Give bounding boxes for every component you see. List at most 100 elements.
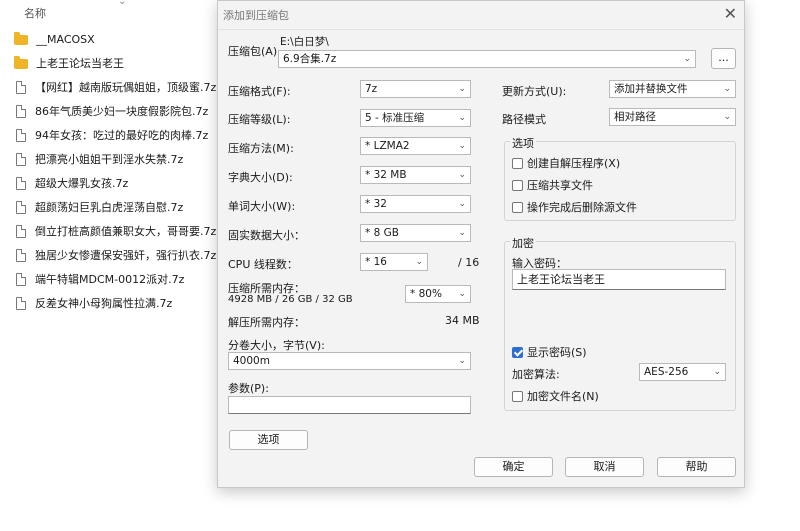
- folder-item[interactable]: __MACOSX: [14, 29, 95, 49]
- options-button[interactable]: 选项: [229, 430, 308, 450]
- ok-button[interactable]: 确定: [474, 457, 553, 477]
- file-icon: [16, 200, 26, 214]
- delete-after-checkbox[interactable]: 操作完成后删除源文件: [512, 199, 637, 215]
- chevron-down-icon: ⌄: [458, 228, 466, 238]
- params-input[interactable]: [228, 396, 471, 414]
- delete-after-label: 操作完成后删除源文件: [527, 201, 637, 214]
- dialog-titlebar[interactable]: 添加到压缩包 ✕: [218, 1, 744, 30]
- checkbox-unchecked-icon: [512, 179, 523, 191]
- path-value: 相对路径: [614, 111, 656, 123]
- chevron-down-icon: ⌄: [723, 112, 731, 122]
- file-icon: [16, 104, 26, 118]
- name-column-header[interactable]: 名称: [24, 5, 46, 21]
- encryption-group-title: 加密: [510, 235, 536, 251]
- chevron-down-icon: ⌄: [458, 199, 466, 209]
- chevron-down-icon: ⌄: [458, 289, 466, 299]
- level-select[interactable]: 5 - 标准压缩 ⌄: [360, 109, 471, 127]
- chevron-down-icon: ⌄: [713, 367, 721, 377]
- solid-label: 固实数据大小：: [228, 229, 305, 242]
- solid-select[interactable]: * 8 GB ⌄: [360, 224, 471, 242]
- update-value: 添加并替换文件: [614, 83, 688, 95]
- file-icon: [16, 152, 26, 166]
- item-name: 超级大爆乳女孩.7z: [35, 177, 129, 190]
- chevron-down-icon: ⌄: [458, 170, 466, 180]
- split-combo[interactable]: 4000m ⌄: [228, 352, 471, 370]
- folder-icon: [14, 56, 28, 69]
- encryption-method-value: AES-256: [644, 366, 689, 378]
- mem-percent-select[interactable]: * 80% ⌄: [405, 285, 471, 303]
- split-value: 4000m: [233, 355, 270, 367]
- file-item[interactable]: 86年气质美少妇一块度假影院包.7z: [14, 101, 208, 121]
- split-label: 分卷大小，字节(V):: [228, 339, 325, 352]
- method-select[interactable]: * LZMA2 ⌄: [360, 137, 471, 155]
- threads-max: / 16: [458, 256, 480, 269]
- file-item[interactable]: 超级大爆乳女孩.7z: [14, 173, 128, 193]
- level-value: 5 - 标准压缩: [365, 112, 425, 124]
- chevron-down-icon: ⌄: [723, 84, 731, 94]
- file-icon: [16, 80, 26, 94]
- chevron-down-icon[interactable]: ⌄: [683, 51, 691, 67]
- file-item[interactable]: 独居少女惨遭保安强奸，强行扒衣.7z: [14, 245, 216, 265]
- archive-path: E:\白日梦\: [280, 36, 329, 48]
- checkbox-unchecked-icon: [512, 390, 523, 402]
- file-icon: [16, 224, 26, 238]
- item-name: 倒立打桩高颜值兼职女大，哥哥要.7z: [35, 225, 217, 238]
- show-password-label: 显示密码(S): [527, 346, 587, 359]
- cancel-button[interactable]: 取消: [565, 457, 644, 477]
- threads-value: * 16: [365, 256, 387, 268]
- file-item[interactable]: 端午特辑MDCM-0012派对.7z: [14, 269, 184, 289]
- item-name: 反差女神小母狗属性拉满.7z: [35, 297, 173, 310]
- chevron-down-icon: ⌄: [415, 257, 423, 267]
- threads-label: CPU 线程数：: [228, 258, 298, 271]
- file-icon: [16, 128, 26, 142]
- file-icon: [16, 296, 26, 310]
- file-item[interactable]: 倒立打桩高颜值兼职女大，哥哥要.7z: [14, 221, 216, 241]
- word-value: * 32: [365, 198, 387, 210]
- path-select[interactable]: 相对路径 ⌄: [609, 108, 736, 126]
- item-name: 94年女孩：吃过的最好吃的肉棒.7z: [35, 129, 209, 142]
- encryption-method-select[interactable]: AES-256 ⌄: [639, 363, 726, 381]
- item-name: 端午特辑MDCM-0012派对.7z: [35, 273, 185, 286]
- format-select[interactable]: 7z ⌄: [360, 80, 471, 98]
- chevron-down-icon: ⌄: [458, 141, 466, 151]
- show-password-checkbox[interactable]: 显示密码(S): [512, 344, 587, 360]
- folder-item[interactable]: 上老王论坛当老王: [14, 53, 124, 73]
- format-value: 7z: [365, 83, 378, 95]
- file-item[interactable]: 把漂亮小姐姐干到淫水失禁.7z: [14, 149, 183, 169]
- folder-icon: [14, 32, 28, 45]
- file-item[interactable]: 反差女神小母狗属性拉满.7z: [14, 293, 172, 313]
- file-icon: [16, 272, 26, 286]
- encrypt-names-label: 加密文件名(N): [527, 390, 599, 403]
- archive-name-value: 6.9合集.7z: [283, 53, 337, 65]
- sfx-checkbox[interactable]: 创建自解压程序(X): [512, 155, 620, 171]
- checkbox-unchecked-icon: [512, 157, 523, 169]
- close-icon[interactable]: ✕: [724, 4, 737, 23]
- browse-button[interactable]: ...: [711, 48, 736, 69]
- shared-files-checkbox[interactable]: 压缩共享文件: [512, 177, 593, 193]
- file-item[interactable]: 【网红】越南版玩偶姐姐，顶级蜜.7z: [14, 77, 216, 97]
- word-select[interactable]: * 32 ⌄: [360, 195, 471, 213]
- file-item[interactable]: 超颜荡妇巨乳白虎淫荡自慰.7z: [14, 197, 183, 217]
- threads-select[interactable]: * 16 ⌄: [360, 253, 428, 271]
- format-label: 压缩格式(F):: [228, 85, 291, 98]
- encryption-method-label: 加密算法:: [512, 368, 560, 381]
- update-select[interactable]: 添加并替换文件 ⌄: [609, 80, 736, 98]
- params-label: 参数(P):: [228, 382, 269, 395]
- sort-chevron-icon[interactable]: ⌄: [118, 0, 126, 7]
- item-name: 上老王论坛当老王: [36, 57, 124, 70]
- item-name: 86年气质美少妇一块度假影院包.7z: [35, 105, 209, 118]
- update-label: 更新方式(U):: [502, 85, 567, 98]
- password-input[interactable]: 上老王论坛当老王: [512, 269, 726, 290]
- dict-value: * 32 MB: [365, 169, 407, 181]
- chevron-down-icon: ⌄: [458, 84, 466, 94]
- encrypt-names-checkbox[interactable]: 加密文件名(N): [512, 388, 599, 404]
- solid-value: * 8 GB: [365, 227, 399, 239]
- mem-decomp-label: 解压所需内存：: [228, 316, 305, 329]
- file-item[interactable]: 94年女孩：吃过的最好吃的肉棒.7z: [14, 125, 208, 145]
- help-button[interactable]: 帮助: [657, 457, 736, 477]
- word-label: 单词大小(W):: [228, 200, 296, 213]
- item-name: __MACOSX: [36, 32, 95, 46]
- archive-name-combo[interactable]: 6.9合集.7z ⌄: [278, 50, 696, 68]
- checkbox-unchecked-icon: [512, 201, 523, 213]
- dict-select[interactable]: * 32 MB ⌄: [360, 166, 471, 184]
